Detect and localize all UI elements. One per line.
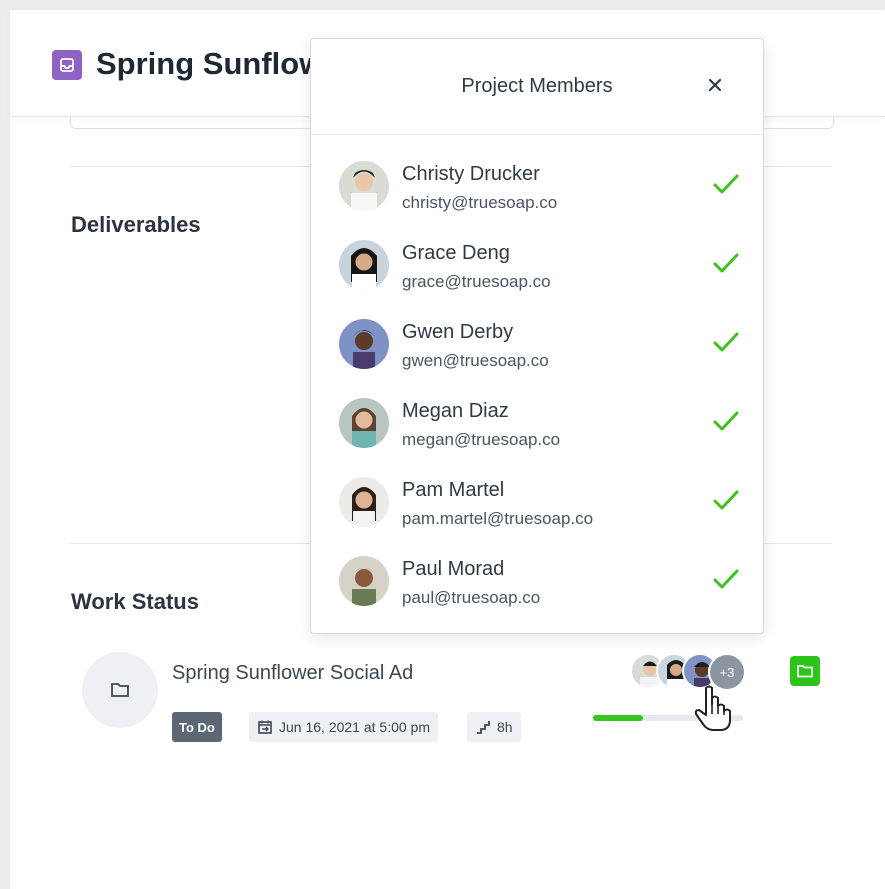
member-row[interactable]: Pam Martel pam.martel@truesoap.co <box>311 477 763 556</box>
member-email: gwen@truesoap.co <box>402 351 549 370</box>
check-icon <box>713 490 739 510</box>
avatar <box>339 477 389 527</box>
estimate: 8h <box>497 719 513 735</box>
avatar <box>339 319 389 369</box>
member-row[interactable]: Paul Morad paul@truesoap.co <box>311 556 763 635</box>
avatar <box>339 161 389 211</box>
due-date-chip[interactable]: Jun 16, 2021 at 5:00 pm <box>249 712 438 742</box>
avatar <box>339 240 389 290</box>
check-icon <box>713 174 739 194</box>
member-name: Grace Deng <box>402 242 510 264</box>
check-icon <box>713 253 739 273</box>
avatar <box>339 398 389 448</box>
stairs-icon <box>477 721 490 734</box>
hand-cursor-icon <box>692 684 734 737</box>
close-icon <box>708 78 722 92</box>
member-name: Paul Morad <box>402 558 505 580</box>
avatar <box>339 556 389 606</box>
check-icon <box>713 332 739 352</box>
member-row[interactable]: Christy Drucker christy@truesoap.co <box>311 161 763 240</box>
inbox-icon <box>52 50 82 80</box>
member-row[interactable]: Grace Deng grace@truesoap.co <box>311 240 763 319</box>
member-email: paul@truesoap.co <box>402 588 541 607</box>
check-icon <box>713 569 739 589</box>
member-email: grace@truesoap.co <box>402 272 551 291</box>
member-name: Megan Diaz <box>402 400 509 422</box>
folder-icon[interactable] <box>82 652 158 728</box>
due-date: Jun 16, 2021 at 5:00 pm <box>279 719 430 735</box>
member-email: megan@truesoap.co <box>402 430 561 449</box>
task-name[interactable]: Spring Sunflower Social Ad <box>172 662 413 685</box>
member-row[interactable]: Gwen Derby gwen@truesoap.co <box>311 319 763 398</box>
estimate-chip[interactable]: 8h <box>467 712 521 742</box>
popover-title: Project Members <box>461 75 613 97</box>
member-name: Pam Martel <box>402 479 505 501</box>
open-folder-button[interactable] <box>790 656 820 686</box>
status-badge[interactable]: To Do <box>172 712 222 742</box>
window-frame-left <box>0 0 10 889</box>
close-button[interactable] <box>703 73 727 97</box>
member-name: Christy Drucker <box>402 163 540 185</box>
deliverables-heading: Deliverables <box>71 212 201 237</box>
member-email: pam.martel@truesoap.co <box>402 509 594 528</box>
folder-icon <box>797 665 813 678</box>
member-row[interactable]: Megan Diaz megan@truesoap.co <box>311 398 763 477</box>
calendar-icon <box>258 720 272 734</box>
project-members-popover: Project Members Christy Drucker christy@… <box>310 38 764 634</box>
work-status-heading: Work Status <box>71 589 199 614</box>
check-icon <box>713 411 739 431</box>
window-frame-top <box>0 0 885 10</box>
progress-fill <box>593 715 643 721</box>
member-name: Gwen Derby <box>402 321 514 343</box>
member-email: christy@truesoap.co <box>402 193 558 212</box>
popover-header: Project Members <box>311 39 763 135</box>
